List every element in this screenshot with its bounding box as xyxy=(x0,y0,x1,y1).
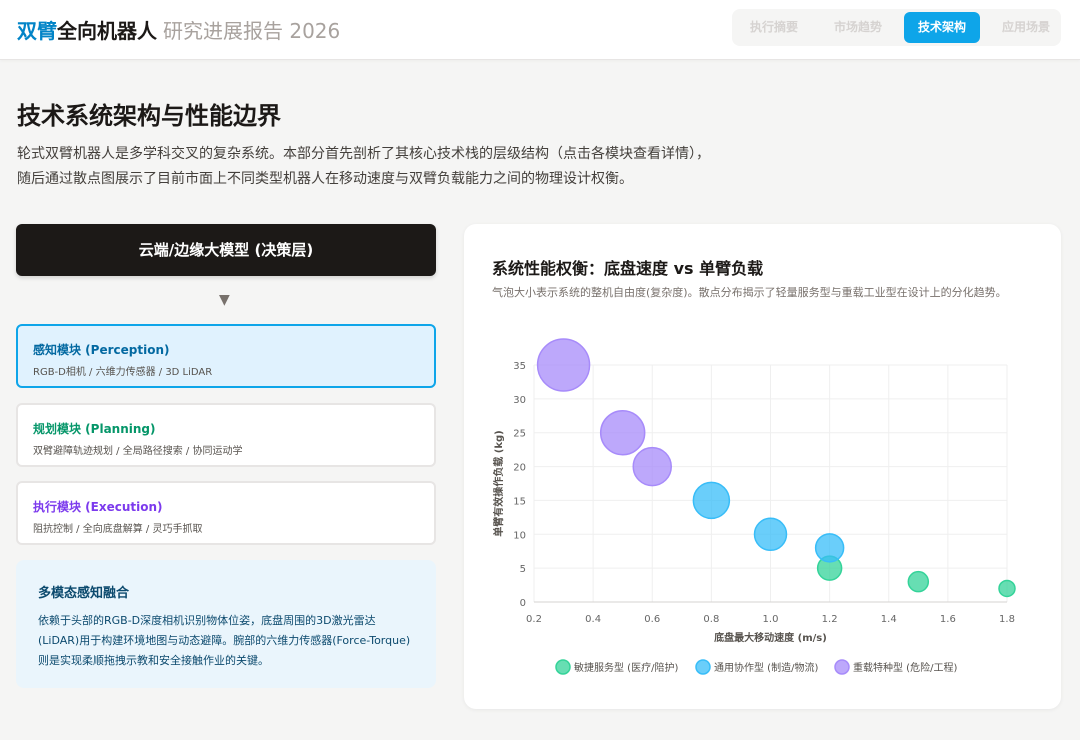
y-tick-label: 5 xyxy=(520,564,526,575)
x-tick-label: 1.6 xyxy=(940,614,956,625)
brand-main: 全向机器人 xyxy=(57,19,157,43)
y-tick-label: 35 xyxy=(513,361,526,372)
x-tick-label: 0.6 xyxy=(644,614,660,625)
y-tick-label: 10 xyxy=(513,530,526,541)
x-tick-label: 1.0 xyxy=(763,614,779,625)
brand-title[interactable]: 双臂全向机器人 研究进展报告 2026 xyxy=(17,15,340,44)
brand-accent: 双臂 xyxy=(17,19,57,43)
data-bubble xyxy=(536,338,591,392)
page-title: 技术系统架构与性能边界 xyxy=(17,102,281,130)
data-bubble xyxy=(599,409,646,456)
data-bubble xyxy=(907,570,930,593)
chart-card: 系统性能权衡：底盘速度 vs 单臂负载 气泡大小表示系统的整机自由度(复杂度)。… xyxy=(464,224,1061,709)
tab-executive-summary[interactable]: 执行摘要 xyxy=(736,12,812,43)
x-tick-label: 0.8 xyxy=(703,614,719,625)
x-tick-label: 1.4 xyxy=(881,614,897,625)
module-detail-panel: 多模态感知融合 依赖于头部的RGB-D深度相机识别物体位姿，底盘周围的3D激光雷… xyxy=(16,560,436,688)
top-bar: 双臂全向机器人 研究进展报告 2026 执行摘要 市场趋势 技术架构 应用场景 xyxy=(0,0,1080,60)
brand-subtitle: 研究进展报告 2026 xyxy=(163,19,341,43)
x-tick-label: 1.2 xyxy=(822,614,838,625)
module-title: 执行模块 (Execution) xyxy=(33,500,163,514)
x-tick-label: 0.4 xyxy=(585,614,601,625)
tab-application-scenarios[interactable]: 应用场景 xyxy=(988,12,1064,43)
x-tick-label: 1.8 xyxy=(999,614,1015,625)
y-tick-label: 0 xyxy=(520,598,526,609)
module-execution[interactable]: 执行模块 (Execution) 阻抗控制 / 全向底盘解算 / 灵巧手抓取 xyxy=(16,481,436,545)
module-title: 规划模块 (Planning) xyxy=(33,422,156,436)
data-bubble xyxy=(753,517,788,552)
legend-swatch xyxy=(834,659,850,675)
detail-title: 多模态感知融合 xyxy=(38,586,130,601)
intro-line-2: 随后通过散点图展示了目前市面上不同类型机器人在移动速度与双臂负载能力之间的物理设… xyxy=(17,171,633,187)
intro-line-1: 轮式双臂机器人是多学科交叉的复杂系统。本部分首先剖析了其核心技术栈的层级结构（点… xyxy=(17,146,710,162)
detail-body: 依赖于头部的RGB-D深度相机识别物体位姿，底盘周围的3D激光雷达(LiDAR)… xyxy=(38,614,411,667)
legend-swatch xyxy=(555,659,571,675)
cloud-decision-layer[interactable]: 云端/边缘大模型 (决策层) xyxy=(16,224,436,276)
data-bubble xyxy=(632,446,672,487)
nav-tabs: 执行摘要 市场趋势 技术架构 应用场景 xyxy=(732,9,1061,46)
data-bubble xyxy=(814,533,845,563)
tab-market-trends[interactable]: 市场趋势 xyxy=(820,12,896,43)
x-axis-label: 底盘最大移动速度 (m/s) xyxy=(714,631,827,644)
legend-label: 重载特种型 (危险/工程) xyxy=(853,661,957,674)
module-title: 感知模块 (Perception) xyxy=(33,343,170,357)
y-tick-label: 20 xyxy=(513,463,526,474)
intro-text: 轮式双臂机器人是多学科交叉的复杂系统。本部分首先剖析了其核心技术栈的层级结构（点… xyxy=(17,142,817,192)
data-bubble xyxy=(998,579,1016,598)
legend-swatch xyxy=(695,659,711,675)
y-axis-label: 单臂有效操作负载 (kg) xyxy=(492,430,505,536)
y-tick-label: 25 xyxy=(513,429,526,440)
module-description: 阻抗控制 / 全向底盘解算 / 灵巧手抓取 xyxy=(33,524,203,535)
module-description: 双臂避障轨迹规划 / 全局路径搜索 / 协同运动学 xyxy=(33,446,243,457)
legend-label: 敏捷服务型 (医疗/陪护) xyxy=(574,661,678,674)
module-perception[interactable]: 感知模块 (Perception) RGB-D相机 / 六维力传感器 / 3D … xyxy=(16,324,436,388)
scatter-chart: 0 5 10 15 20 25 30 35 0.2 0.4 0.6 0.8 1.0 1.2 1.4 1.6 1.… xyxy=(492,338,1016,675)
module-description: RGB-D相机 / 六维力传感器 / 3D LiDAR xyxy=(33,367,213,378)
down-arrow-icon: ▼ xyxy=(219,292,230,308)
y-tick-label: 30 xyxy=(513,395,526,406)
module-planning[interactable]: 规划模块 (Planning) 双臂避障轨迹规划 / 全局路径搜索 / 协同运动… xyxy=(16,403,436,467)
tab-tech-architecture[interactable]: 技术架构 xyxy=(904,12,981,43)
data-bubble xyxy=(692,481,731,520)
legend-label: 通用协作型 (制造/物流) xyxy=(714,661,818,674)
y-tick-label: 15 xyxy=(513,496,526,507)
x-tick-label: 0.2 xyxy=(526,614,542,625)
